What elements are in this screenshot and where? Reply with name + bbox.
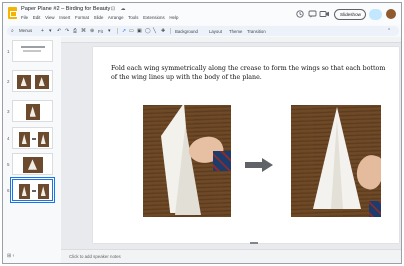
menu-bar: File Edit View Insert Format Slide Arran… <box>21 15 182 20</box>
share-button[interactable] <box>369 9 382 20</box>
comment-icon[interactable] <box>308 10 317 18</box>
text-box-icon[interactable]: ▭ <box>129 28 134 34</box>
slides-app-window: Paper Plane #2 – Birding for Beauty ☆ ⊡ … <box>2 2 402 264</box>
plaid-sleeve <box>369 201 381 217</box>
speaker-notes-panel[interactable]: Click to add speaker notes <box>61 249 401 263</box>
collapse-toolbar-icon[interactable]: ⌃ <box>387 28 391 34</box>
slideshow-label: Slideshow <box>340 12 361 17</box>
background-button[interactable]: Background <box>175 29 198 34</box>
ruler <box>61 37 401 43</box>
thumbnail-photo <box>26 104 40 120</box>
header-action-icons <box>296 10 329 18</box>
folding-step-photo-before[interactable] <box>143 105 231 217</box>
select-cursor-icon[interactable]: ➚ <box>122 28 126 34</box>
thumbnail-photo <box>23 157 43 173</box>
slide-thumbnail[interactable] <box>12 153 53 175</box>
transition-button[interactable]: Transition <box>247 29 266 34</box>
thumbnail-photo <box>38 184 49 199</box>
thumbnail-title <box>21 46 45 48</box>
thumbnail-photo <box>19 132 30 147</box>
thumbnail-subtitle <box>23 50 41 52</box>
print-icon[interactable]: ⎙ <box>73 28 77 34</box>
comment-add-icon[interactable]: ✚ <box>161 28 165 34</box>
image-icon[interactable]: ▣ <box>137 28 142 34</box>
menu-edit[interactable]: Edit <box>33 15 41 20</box>
thumbnail-photo <box>17 75 31 89</box>
slide-thumbnail-selected[interactable] <box>10 177 55 203</box>
menu-file[interactable]: File <box>21 15 28 20</box>
shape-icon[interactable]: ◯ <box>145 28 151 34</box>
folding-step-photo-after[interactable] <box>291 105 381 217</box>
menu-arrange[interactable]: Arrange <box>108 15 124 20</box>
slide-body-text[interactable]: Fold each wing symmetrically along the c… <box>111 65 391 82</box>
slide-number: 6 <box>7 188 10 193</box>
undo-icon[interactable]: ↶ <box>57 28 61 34</box>
grid-view-icon[interactable]: ⊞ ‹ <box>7 253 14 259</box>
menu-extensions[interactable]: Extensions <box>143 15 164 20</box>
notes-resize-handle[interactable] <box>250 242 258 244</box>
history-icon[interactable] <box>296 10 304 18</box>
menu-view[interactable]: View <box>45 15 54 20</box>
video-call-icon[interactable] <box>319 11 329 17</box>
layout-button[interactable]: Layout <box>209 29 222 34</box>
slide-number: 2 <box>7 79 10 84</box>
slide-filmstrip: 1 2 3 4 5 6 <box>3 37 61 250</box>
slide-thumbnail[interactable] <box>12 127 53 149</box>
paint-format-icon[interactable]: ⌘ <box>81 28 86 34</box>
zoom-select[interactable]: Fit <box>98 29 103 34</box>
chevron-down-icon[interactable]: ▾ <box>49 28 52 34</box>
document-title[interactable]: Paper Plane #2 – Birding for Beauty <box>21 6 110 12</box>
slide-number: 4 <box>7 136 10 141</box>
slideshow-button[interactable]: Slideshow <box>334 9 366 20</box>
star-move-cloud-icons[interactable]: ☆ ⊡ ☁ <box>101 6 127 12</box>
slide-thumbnail[interactable] <box>12 40 53 62</box>
toolbar-divider <box>170 28 171 34</box>
line-icon[interactable]: ╲ <box>153 28 156 34</box>
current-slide[interactable]: Fold each wing symmetrically along the c… <box>93 47 399 243</box>
theme-button[interactable]: Theme <box>229 29 242 34</box>
menu-slide[interactable]: Slide <box>94 15 104 20</box>
menu-help[interactable]: Help <box>169 15 178 20</box>
thumbnail-photo <box>35 75 49 89</box>
redo-icon[interactable]: ↷ <box>65 28 69 34</box>
thumbnail-photo <box>19 184 30 199</box>
slide-thumbnail[interactable] <box>12 70 53 92</box>
title-bar: Paper Plane #2 – Birding for Beauty ☆ ⊡ … <box>3 3 401 25</box>
menu-format[interactable]: Format <box>75 15 89 20</box>
toolbar: ⌕ Menus + ▾ ↶ ↷ ⎙ ⌘ ⊕ Fit ▾ ➚ ▭ ▣ ◯ ╲ ✚ … <box>7 26 399 36</box>
speaker-notes-placeholder[interactable]: Click to add speaker notes <box>69 254 121 259</box>
search-icon[interactable]: ⌕ <box>11 28 14 34</box>
zoom-chevron-icon[interactable]: ▾ <box>108 28 111 34</box>
thumbnail-arrow <box>32 138 36 140</box>
thumbnail-arrow <box>32 190 36 192</box>
slide-canvas: Fold each wing symmetrically along the c… <box>61 37 401 250</box>
menu-tools[interactable]: Tools <box>128 15 138 20</box>
menus-search-label[interactable]: Menus <box>19 28 32 33</box>
new-slide-icon[interactable]: + <box>41 28 44 34</box>
slide-number: 5 <box>7 162 10 167</box>
zoom-icon[interactable]: ⊕ <box>90 28 94 34</box>
plaid-sleeve <box>213 151 231 171</box>
avatar[interactable] <box>386 9 396 19</box>
toolbar-divider <box>117 28 118 34</box>
slide-thumbnail[interactable] <box>12 100 53 122</box>
thumbnail-photo <box>38 132 49 147</box>
slide-number: 3 <box>7 109 10 114</box>
slides-logo-icon[interactable] <box>8 7 17 19</box>
right-arrow-icon <box>245 158 273 172</box>
menu-insert[interactable]: Insert <box>59 15 70 20</box>
slide-number: 1 <box>7 49 10 54</box>
